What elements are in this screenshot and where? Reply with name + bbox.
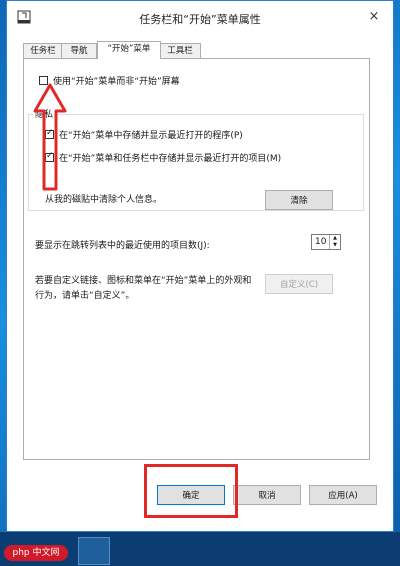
start-screen-label: 使用“开始”菜单而非“开始”屏幕 bbox=[53, 77, 180, 87]
spinner-arrows-icon[interactable]: ▲ ▼ bbox=[329, 235, 340, 249]
jump-list-spinner[interactable]: 10 ▲ ▼ bbox=[311, 234, 341, 250]
cancel-button[interactable]: 取消 bbox=[233, 485, 301, 505]
jump-list-label: 要显示在跳转列表中的最近使用的项目数(J): bbox=[35, 241, 210, 251]
customize-text-line1: 若要自定义链接、图标和菜单在“开始”菜单上的外观和 bbox=[35, 276, 252, 286]
taskbar-app-icon[interactable] bbox=[78, 537, 110, 565]
jump-list-value[interactable]: 10 bbox=[315, 237, 326, 247]
close-button[interactable]: × bbox=[365, 9, 383, 25]
customize-text-line2: 行为，请单击“自定义”。 bbox=[35, 291, 135, 301]
red-arrow-annotation bbox=[33, 83, 67, 191]
recent-items-label: 在“开始”菜单和任务栏中存储并显示最近打开的项目(M) bbox=[59, 154, 282, 164]
recent-programs-label: 在“开始”菜单中存储并显示最近打开的程序(P) bbox=[59, 131, 243, 141]
red-highlight-box bbox=[144, 464, 238, 518]
watermark-logo: php 中文网 bbox=[4, 545, 68, 561]
clear-info-text: 从我的磁贴中清除个人信息。 bbox=[45, 195, 163, 205]
apply-button[interactable]: 应用(A) bbox=[309, 485, 377, 505]
customize-button[interactable]: 自定义(C) bbox=[265, 274, 333, 294]
properties-window: 任务栏和“开始”菜单属性 × 任务栏 导航 “开始”菜单 工具栏 使用“开始”菜… bbox=[6, 0, 394, 532]
tab-start-menu[interactable]: “开始”菜单 bbox=[97, 41, 161, 59]
tab-taskbar[interactable]: 任务栏 bbox=[23, 43, 63, 58]
window-title: 任务栏和“开始”菜单属性 bbox=[139, 13, 261, 26]
clear-button[interactable]: 清除 bbox=[265, 190, 333, 210]
title-bar: 任务栏和“开始”菜单属性 × bbox=[7, 1, 393, 33]
tab-navigation[interactable]: 导航 bbox=[61, 43, 97, 58]
tab-toolbars[interactable]: 工具栏 bbox=[159, 43, 201, 58]
